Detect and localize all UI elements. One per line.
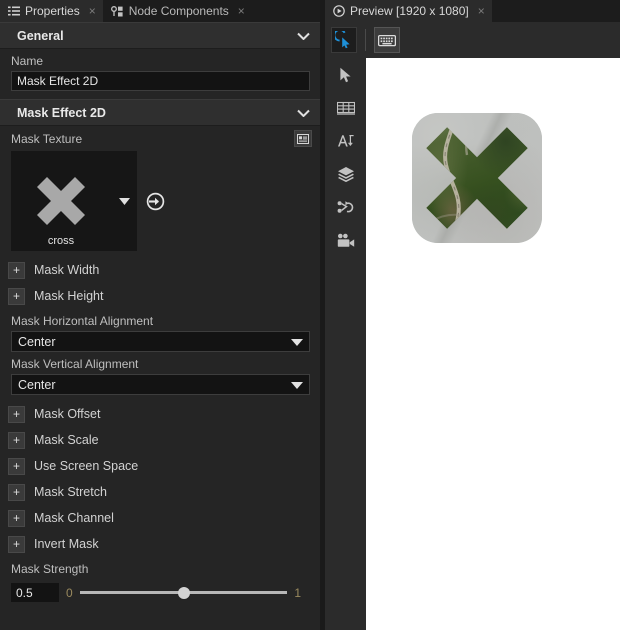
texture-dropdown-button[interactable] xyxy=(111,151,137,251)
text-sort-icon xyxy=(337,133,355,149)
text-tool[interactable] xyxy=(333,130,359,152)
preview-tabstrip: Preview [1920 x 1080] × xyxy=(325,0,620,22)
play-circle-icon xyxy=(333,5,345,17)
close-icon[interactable]: × xyxy=(89,5,96,17)
row-invert-mask[interactable]: + Invert Mask xyxy=(0,531,320,557)
preview-canvas[interactable] xyxy=(366,58,620,630)
properties-panel: Properties × Node Components × General N… xyxy=(0,0,320,630)
section-mask-effect-title: Mask Effect 2D xyxy=(17,105,106,120)
mouse-input-toggle[interactable] xyxy=(331,27,357,53)
node-graph-icon xyxy=(110,5,124,17)
row-mask-scale[interactable]: + Mask Scale xyxy=(0,427,320,453)
row-invert-mask-label: Invert Mask xyxy=(34,537,99,551)
cross-texture-icon xyxy=(37,177,85,225)
mask-strength-min-label: 0 xyxy=(66,585,73,600)
mask-strength-slider[interactable] xyxy=(79,586,288,600)
row-mask-stretch[interactable]: + Mask Stretch xyxy=(0,479,320,505)
row-mask-channel[interactable]: + Mask Channel xyxy=(0,505,320,531)
tab-preview-label: Preview [1920 x 1080] xyxy=(350,4,469,18)
row-mask-scale-label: Mask Scale xyxy=(34,433,99,447)
section-header-general[interactable]: General xyxy=(0,22,320,49)
expand-toggle-icon[interactable]: + xyxy=(8,431,25,449)
mask-strength-value-input[interactable]: 0.5 xyxy=(11,583,59,602)
expand-toggle-icon[interactable]: + xyxy=(8,261,25,279)
chevron-down-icon xyxy=(297,29,310,43)
row-mask-channel-label: Mask Channel xyxy=(34,511,114,525)
mask-strength-slider-row: 0.5 0 1 xyxy=(0,579,320,602)
texture-name-label: cross xyxy=(47,235,75,247)
tab-properties[interactable]: Properties × xyxy=(0,0,103,22)
details-view-icon[interactable] xyxy=(294,130,312,147)
texture-thumbnail[interactable]: cross xyxy=(11,151,111,251)
masked-image-preview xyxy=(412,113,542,243)
close-icon[interactable]: × xyxy=(478,5,485,17)
camera-tool[interactable] xyxy=(333,229,359,251)
row-use-screen-space-label: Use Screen Space xyxy=(34,459,139,473)
expand-toggle-icon[interactable]: + xyxy=(8,405,25,423)
section-header-mask-effect-2d[interactable]: Mask Effect 2D xyxy=(0,99,320,126)
node-rotate-icon xyxy=(337,199,355,215)
row-mask-offset-label: Mask Offset xyxy=(34,407,101,421)
tabstrip-filler xyxy=(251,0,320,22)
mask-texture-row: Mask Texture xyxy=(0,126,320,149)
row-mask-width[interactable]: + Mask Width xyxy=(0,257,320,283)
properties-body: General Name Mask Effect 2D Mask Effect … xyxy=(0,22,320,630)
arrow-pointer-icon xyxy=(339,67,352,83)
node-tool[interactable] xyxy=(333,196,359,218)
caret-down-icon xyxy=(118,192,130,210)
keyboard-input-toggle[interactable] xyxy=(374,27,400,53)
select-tool[interactable] xyxy=(333,64,359,86)
layers-tool[interactable] xyxy=(333,163,359,185)
expand-toggle-icon[interactable]: + xyxy=(8,483,25,501)
row-use-screen-space[interactable]: + Use Screen Space xyxy=(0,453,320,479)
row-mask-width-label: Mask Width xyxy=(34,263,100,277)
caret-down-icon xyxy=(291,376,303,394)
row-mask-height-label: Mask Height xyxy=(34,289,104,303)
preview-panel: Preview [1920 x 1080] × xyxy=(325,0,620,630)
list-icon xyxy=(8,6,20,17)
slider-handle[interactable] xyxy=(177,586,190,599)
tab-node-components-label: Node Components xyxy=(128,4,229,18)
mouse-cursor-icon xyxy=(335,31,353,49)
section-general-title: General xyxy=(17,28,64,43)
close-icon[interactable]: × xyxy=(238,5,245,17)
name-label: Name xyxy=(11,54,44,68)
preview-vertical-toolbar xyxy=(325,58,366,630)
expand-toggle-icon[interactable]: + xyxy=(8,457,25,475)
mask-horizontal-alignment-select[interactable]: Center xyxy=(11,331,310,352)
mask-texture-selector: cross xyxy=(0,149,320,257)
goto-asset-icon[interactable] xyxy=(146,192,165,211)
expand-toggle-icon[interactable]: + xyxy=(8,287,25,305)
caret-down-icon xyxy=(291,333,303,351)
preview-toolbar xyxy=(325,22,620,58)
toolbar-separator xyxy=(365,29,366,51)
tab-properties-label: Properties xyxy=(25,4,80,18)
video-camera-icon xyxy=(337,233,355,248)
row-mask-height[interactable]: + Mask Height xyxy=(0,283,320,309)
row-mask-stretch-label: Mask Stretch xyxy=(34,485,107,499)
mask-vertical-alignment-value: Center xyxy=(18,377,56,392)
mask-horizontal-alignment-label: Mask Horizontal Alignment xyxy=(11,314,154,328)
mask-horizontal-alignment-value: Center xyxy=(18,334,56,349)
name-input[interactable]: Mask Effect 2D xyxy=(11,71,310,91)
layers-icon xyxy=(337,166,355,182)
left-tabstrip: Properties × Node Components × xyxy=(0,0,320,22)
mask-strength-max-label: 1 xyxy=(294,585,301,600)
expand-toggle-icon[interactable]: + xyxy=(8,535,25,553)
tab-preview[interactable]: Preview [1920 x 1080] × xyxy=(325,0,492,22)
mask-vertical-alignment-label: Mask Vertical Alignment xyxy=(11,357,139,371)
expand-toggle-icon[interactable]: + xyxy=(8,509,25,527)
grid-table-icon xyxy=(336,101,355,115)
mask-texture-label: Mask Texture xyxy=(11,131,83,146)
keyboard-icon xyxy=(378,34,396,47)
row-mask-offset[interactable]: + Mask Offset xyxy=(0,401,320,427)
mask-vertical-alignment-select[interactable]: Center xyxy=(11,374,310,395)
preview-main xyxy=(325,58,620,630)
app-root: Properties × Node Components × General N… xyxy=(0,0,620,630)
tab-node-components[interactable]: Node Components × xyxy=(102,0,252,22)
mask-strength-label: Mask Strength xyxy=(11,562,89,576)
grid-tool[interactable] xyxy=(333,97,359,119)
chevron-down-icon xyxy=(297,106,310,120)
